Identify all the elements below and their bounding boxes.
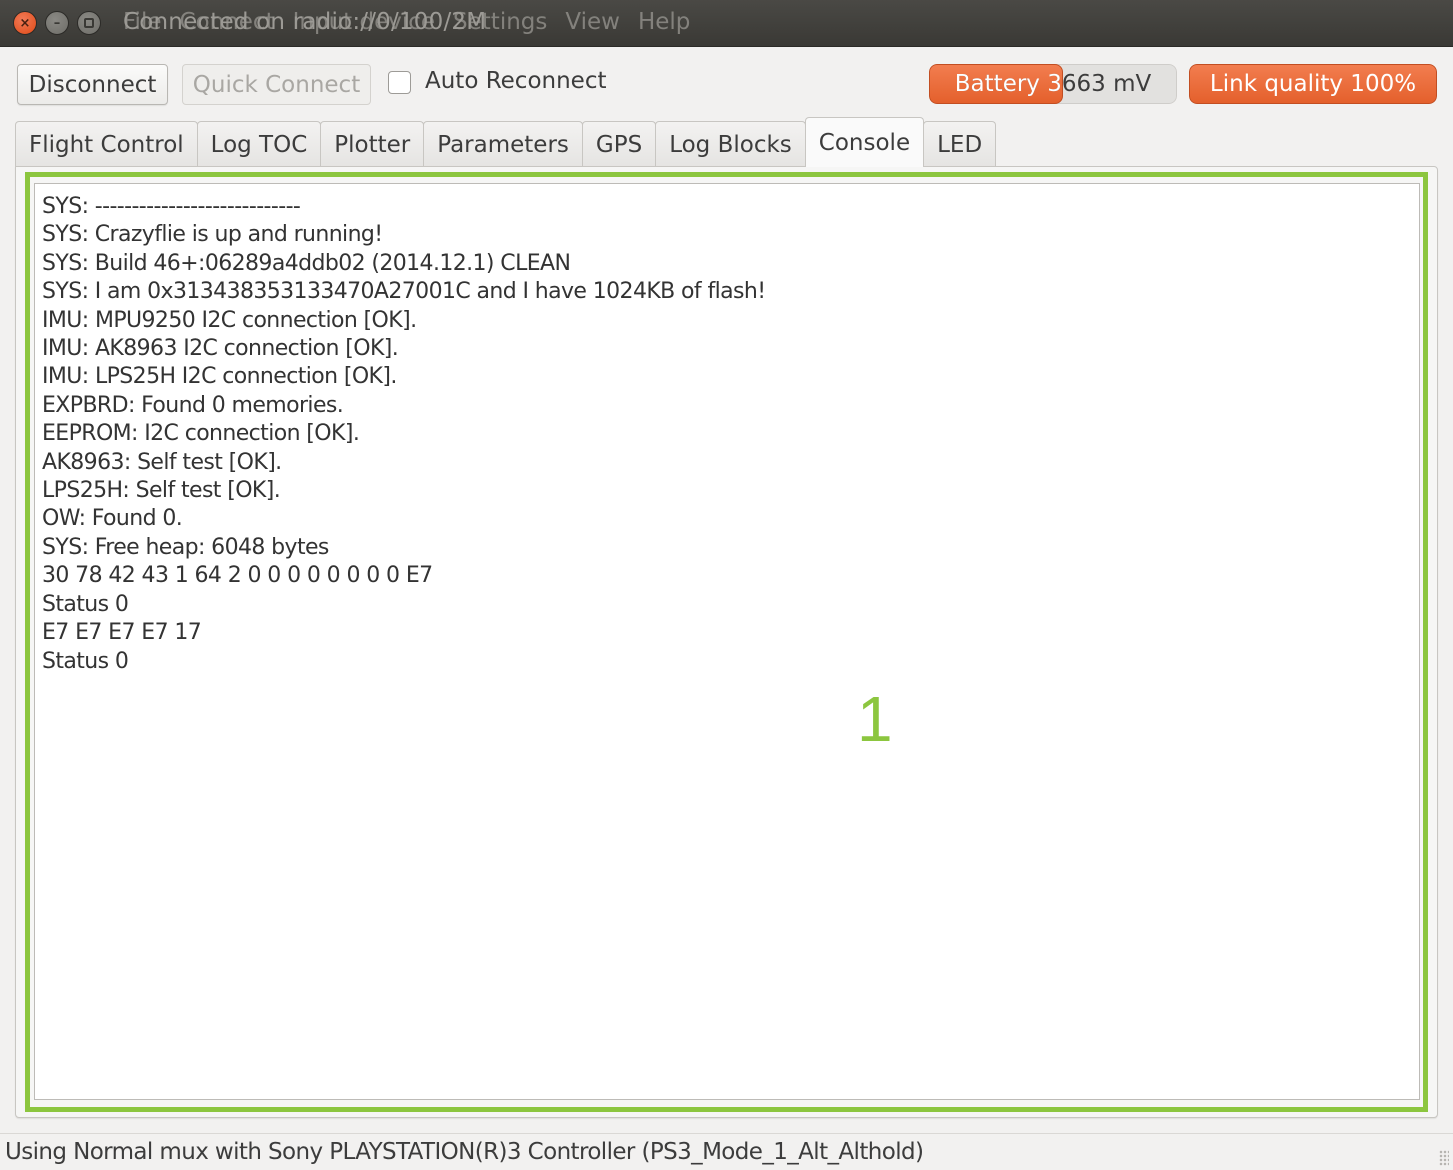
battery-indicator: Battery 3663 mV Battery 3663 mV: [929, 64, 1177, 104]
tab-flight-control[interactable]: Flight Control: [15, 121, 198, 167]
console-line: SYS: ----------------------------: [42, 194, 301, 219]
resize-grip-icon[interactable]: [1439, 1150, 1449, 1166]
console-line: LPS25H: Self test [OK].: [42, 478, 281, 504]
console-line: IMU: MPU9250 I2C connection [OK].: [42, 307, 417, 333]
tab-gps[interactable]: GPS: [581, 121, 657, 167]
link-quality-indicator: Link quality 100%: [1189, 64, 1437, 104]
quick-connect-button[interactable]: Quick Connect: [182, 64, 371, 105]
status-text: Using Normal mux with Sony PLAYSTATION(R…: [5, 1139, 924, 1165]
console-output[interactable]: SYS: ---------------------------- SYS: Cr…: [34, 183, 1420, 1100]
tab-console[interactable]: Console: [804, 117, 925, 167]
console-line: IMU: AK8963 I2C connection [OK].: [42, 336, 399, 362]
maximize-icon: [84, 18, 94, 28]
close-window-button[interactable]: ×: [13, 11, 37, 35]
menu-help[interactable]: Help: [638, 9, 690, 35]
console-line: Status 0: [42, 591, 129, 617]
tab-parameters[interactable]: Parameters: [423, 121, 583, 167]
minimize-window-button[interactable]: –: [45, 11, 69, 35]
tab-bar: Flight Control Log TOC Plotter Parameter…: [15, 117, 997, 167]
console-line: SYS: I am 0x313438353133470A27001C and I…: [42, 279, 766, 305]
console-line: E7 E7 E7 E7 17: [42, 620, 202, 646]
maximize-window-button[interactable]: [77, 11, 101, 35]
annotation-marker: 1: [857, 683, 893, 755]
status-bar: Using Normal mux with Sony PLAYSTATION(R…: [0, 1133, 1453, 1170]
console-line: SYS: Crazyflie is up and running!: [42, 222, 383, 248]
tab-log-toc[interactable]: Log TOC: [196, 121, 322, 167]
console-line: SYS: Free heap: 6048 bytes: [42, 534, 329, 560]
console-line: EXPBRD: Found 0 memories.: [42, 392, 344, 418]
console-line: AK8963: Self test [OK].: [42, 449, 282, 475]
console-line: 30 78 42 43 1 64 2 0 0 0 0 0 0 0 0 E7: [42, 563, 433, 589]
console-line: EEPROM: I2C connection [OK].: [42, 421, 360, 447]
console-line: OW: Found 0.: [42, 506, 183, 532]
minimize-icon: –: [53, 15, 61, 31]
menu-view[interactable]: View: [565, 9, 620, 35]
window-title: Connected on radio://0/100/2M: [123, 9, 487, 35]
console-line: IMU: LPS25H I2C connection [OK].: [42, 364, 397, 390]
title-bar: × – File Connect Input device Settings V…: [0, 0, 1453, 47]
tab-led[interactable]: LED: [923, 121, 997, 167]
disconnect-button[interactable]: Disconnect: [17, 64, 168, 105]
auto-reconnect-label: Auto Reconnect: [425, 68, 607, 94]
console-line: Status 0: [42, 648, 129, 674]
console-line: SYS: Build 46+:06289a4ddb02 (2014.12.1) …: [42, 250, 571, 276]
tab-plotter[interactable]: Plotter: [320, 121, 425, 167]
link-quality-label: Link quality 100%: [1209, 71, 1417, 97]
close-icon: ×: [19, 15, 31, 31]
auto-reconnect-checkbox[interactable]: [388, 71, 411, 94]
tab-log-blocks[interactable]: Log Blocks: [655, 121, 806, 167]
